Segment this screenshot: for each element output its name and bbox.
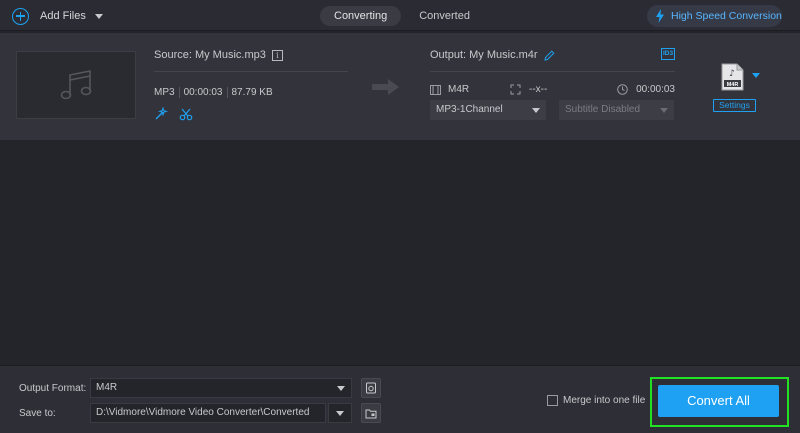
high-speed-conversion-label: High Speed Conversion [671,10,782,22]
edit-tools [154,107,204,121]
music-note-icon [60,70,92,100]
top-toolbar: Add Files Converting Converted High Spee… [0,0,800,31]
add-circle-icon [12,7,29,25]
tab-converting[interactable]: Converting [320,6,402,26]
add-files-label: Add Files [40,10,86,22]
high-speed-conversion-button[interactable]: High Speed Conversion [647,5,782,27]
source-size: 87.79 KB [231,87,273,98]
settings-button[interactable]: Settings [713,99,756,112]
output-format: M4R [448,84,470,95]
subtitle-value: Subtitle Disabled [565,104,641,115]
id3-tag-button[interactable]: ID3 [661,48,675,60]
file-item-row: Source: My Music.mp3 i MP3 00:00:03 87.7… [0,33,800,140]
svg-text:♪: ♪ [729,69,735,79]
output-format-label: Output Format: [19,383,87,394]
file-thumbnail[interactable] [16,51,136,119]
film-icon [430,84,441,95]
view-tabs: Converting Converted [320,6,484,26]
output-divider [430,71,675,72]
rename-pencil-icon[interactable] [543,49,555,61]
convert-arrow-icon [372,79,399,95]
output-resolution: --x-- [529,84,548,95]
chevron-down-icon [532,108,540,113]
save-to-dropdown-button[interactable] [328,403,352,423]
tab-converted[interactable]: Converted [405,6,484,26]
audio-track-value: MP3-1Channel [436,104,503,115]
chevron-down-icon [336,411,344,416]
folder-icon [365,409,377,418]
merge-label: Merge into one file [563,395,646,406]
scissors-icon[interactable] [179,107,193,121]
checkbox[interactable] [547,395,558,406]
open-folder-button[interactable] [361,403,381,423]
format-dropdown-icon[interactable] [752,73,760,78]
output-meta: M4R --x-- 00:00:03 [430,84,675,98]
source-divider [154,71,348,72]
source-name-text: Source: My Music.mp3 [154,49,266,61]
save-to-path[interactable]: D:\Vidmore\Vidmore Video Converter\Conve… [90,403,326,423]
output-file-name: Output: My Music.m4r [430,49,555,61]
source-duration: 00:00:03 [183,87,223,98]
clock-icon [617,84,628,95]
add-files-button[interactable]: Add Files [12,6,103,26]
resolution-icon [510,84,521,95]
subtitle-select[interactable]: Subtitle Disabled [559,100,674,120]
add-files-dropdown-icon[interactable] [94,13,103,19]
output-format-select-value: M4R [96,382,118,393]
save-to-label: Save to: [19,408,56,419]
lightning-icon [656,9,664,23]
format-settings-icon [366,382,376,394]
output-format-select[interactable]: M4R [90,378,352,398]
chevron-down-icon [660,108,668,113]
save-to-path-value: D:\Vidmore\Vidmore Video Converter\Conve… [96,407,310,418]
format-icon-label: M4R [727,82,739,88]
chevron-down-icon [337,386,345,391]
format-settings-button[interactable] [361,378,381,398]
output-duration: 00:00:03 [636,84,675,95]
magic-wand-icon[interactable] [154,107,168,121]
source-file-name: Source: My Music.mp3 i [154,49,283,61]
source-format: MP3 [154,87,175,98]
output-name-text: Output: My Music.m4r [430,49,538,61]
bottom-bar: Output Format: M4R Save to: D:\Vidmore\V… [0,365,800,433]
audio-track-select[interactable]: MP3-1Channel [430,100,546,120]
info-icon[interactable]: i [271,49,283,61]
convert-all-button[interactable]: Convert All [658,385,779,417]
source-meta: MP3 00:00:03 87.79 KB [154,87,273,98]
merge-into-one-file-checkbox[interactable]: Merge into one file [547,395,645,406]
output-format-file-icon[interactable]: ♪ M4R [721,63,744,91]
